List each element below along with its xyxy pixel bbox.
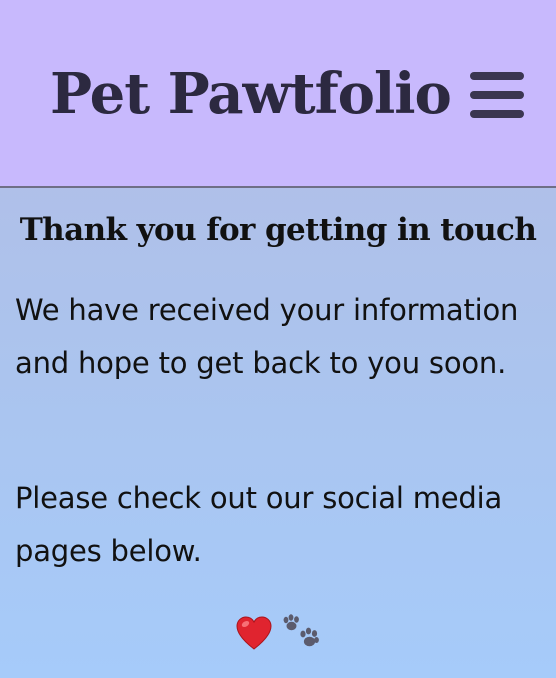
menu-bar (470, 110, 524, 118)
menu-bar (470, 72, 524, 80)
paw-prints-icon[interactable] (281, 614, 321, 654)
menu-bar (470, 91, 524, 99)
site-title[interactable]: Pet Pawtfolio (50, 56, 452, 132)
main-content: Thank you for getting in touch We have r… (0, 190, 556, 678)
social-media-message: Please check out our social media pages … (15, 481, 503, 568)
heart-icon[interactable] (235, 615, 273, 653)
confirmation-message: We have received your information and ho… (15, 293, 519, 380)
site-header: Pet Pawtfolio (0, 0, 556, 188)
hamburger-menu-icon[interactable] (466, 68, 528, 122)
page-heading: Thank you for getting in touch (19, 212, 537, 248)
social-links (0, 614, 556, 658)
